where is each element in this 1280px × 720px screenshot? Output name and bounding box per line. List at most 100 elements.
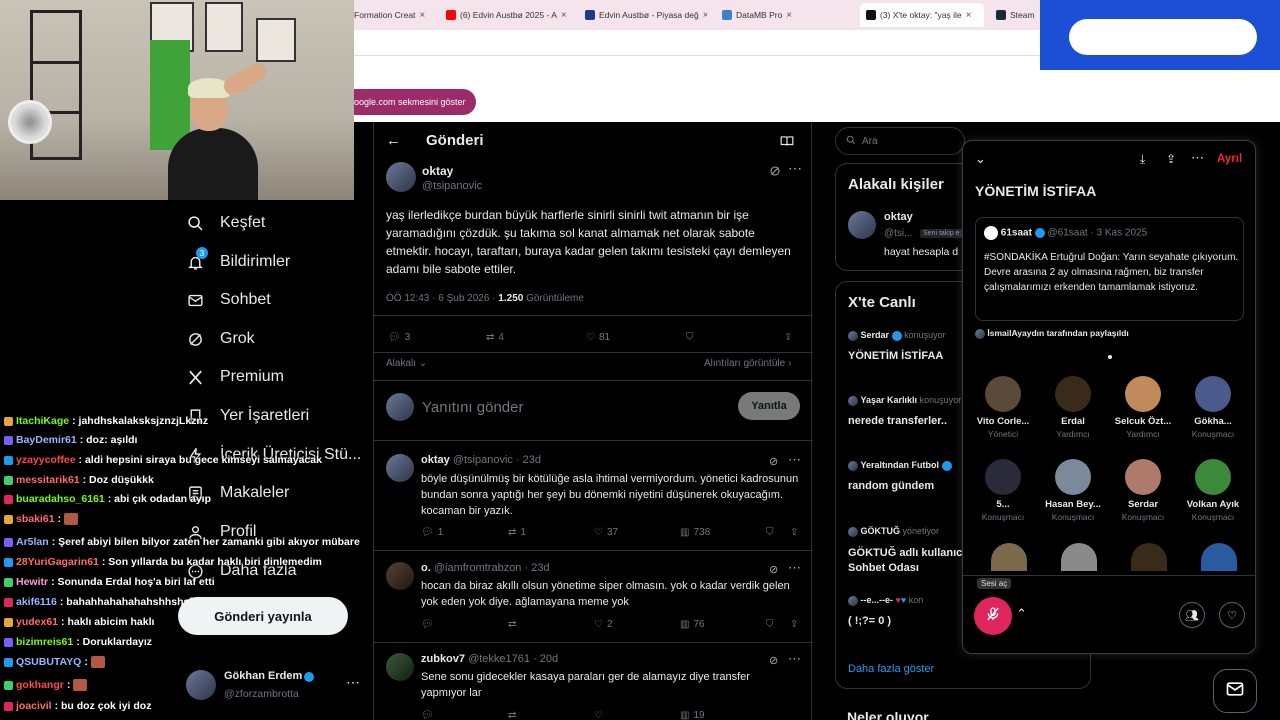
chevron-down-icon[interactable]: ⌄ [975, 151, 986, 167]
repost-action[interactable]: ⇄ 4 [486, 332, 504, 343]
chat-username[interactable]: buaradahso_6161 [16, 493, 105, 505]
like-action[interactable]: ♡ 81 [586, 332, 610, 343]
repost-action[interactable]: ⇄ [508, 619, 516, 630]
avatar[interactable] [386, 562, 414, 590]
like-action[interactable]: ♡ 2 [594, 619, 613, 630]
repost-action[interactable]: ⇄ [508, 710, 516, 720]
like-action[interactable]: ♡ [594, 710, 603, 720]
space-speaker[interactable]: Vito Corle... Yönetici [968, 376, 1038, 439]
grok-icon[interactable]: ⊘ [769, 654, 778, 667]
minimize-icon[interactable]: ⤓ [1140, 152, 1145, 167]
sort-relevance-dropdown[interactable]: Alakalı ⌄ [386, 358, 427, 369]
nav-premium[interactable]: Premium [186, 362, 284, 392]
share-icon[interactable]: ⇪ [790, 619, 798, 630]
nav-chat[interactable]: Sohbet [186, 285, 271, 315]
chat-username[interactable]: joacivil [16, 700, 52, 712]
close-tab-icon[interactable]: × [561, 10, 567, 21]
space-speaker[interactable]: Erdal Yardımcı [1038, 376, 1108, 439]
avatar[interactable] [386, 162, 416, 192]
browser-tab[interactable]: Formation Creat × [354, 3, 432, 27]
more-dots-icon[interactable]: ⋯ [788, 160, 802, 177]
more-dots-icon[interactable]: ⋯ [1191, 150, 1204, 166]
reply-author[interactable]: oktay [421, 454, 450, 466]
views-action[interactable]: ▥ 76 [680, 619, 705, 630]
view-quotes-link[interactable]: Alıntıları görüntüle › [704, 358, 791, 369]
back-arrow-icon[interactable]: ← [386, 132, 401, 149]
tab-search-hint[interactable]: oogle.com sekmesini göster [354, 89, 476, 115]
browser-tab[interactable]: DataMB Pro × [722, 3, 842, 27]
browser-tab[interactable]: (3) X'te oktay: "yaş ile × [860, 3, 984, 27]
views-action[interactable]: ▥ 19 [680, 710, 705, 720]
share-action[interactable]: ⇪ [784, 332, 792, 343]
reader-icon[interactable] [780, 134, 794, 153]
nav-grok[interactable]: Grok [186, 324, 255, 354]
repost-action[interactable]: ⇄ 1 [508, 527, 526, 538]
close-tab-icon[interactable]: × [966, 10, 972, 21]
reply-input[interactable]: Yanıtını gönder [422, 399, 523, 416]
reply-author[interactable]: zubkov7 [421, 653, 465, 665]
bookmark-icon[interactable]: ⛉ [766, 619, 774, 630]
nav-notifications[interactable]: 3 Bildirimler [186, 247, 290, 277]
avatar[interactable] [848, 211, 876, 239]
chat-username[interactable]: messitarik61 [16, 474, 80, 486]
space-speaker[interactable]: Volkan Ayık Konuşmacı [1178, 459, 1248, 522]
account-switcher[interactable]: Gökhan Erdem @zforzambrotta ⋯ [186, 668, 362, 708]
chevron-up-icon[interactable]: ⌃ [1016, 606, 1027, 622]
avatar[interactable] [386, 653, 414, 681]
close-tab-icon[interactable]: × [419, 10, 425, 21]
reply-action[interactable]: 💬︎ [421, 619, 434, 630]
reply-author[interactable]: o. [421, 562, 431, 574]
chat-username[interactable]: Ar5lan [16, 536, 49, 548]
reply-button[interactable]: Yanıtla [738, 392, 800, 420]
chat-username[interactable]: Hewitr [16, 576, 48, 588]
grok-icon[interactable]: ⊘ [769, 455, 778, 468]
chat-username[interactable]: BayDemir61 [16, 434, 77, 446]
chat-username[interactable]: ItachiKage [16, 415, 69, 427]
share-icon[interactable]: ⇪ [790, 527, 798, 538]
post-author-name[interactable]: oktay [422, 164, 453, 178]
share-icon[interactable]: ⇪ [1166, 152, 1176, 166]
grok-icon[interactable]: ⊘ [769, 563, 778, 576]
chat-username[interactable]: yudex61 [16, 616, 58, 628]
more-dots-icon[interactable]: ⋯ [788, 560, 801, 576]
chat-username[interactable]: QSUBUTAYQ [16, 656, 81, 668]
heart-plus-icon[interactable]: ♡ [1219, 602, 1245, 628]
space-speaker[interactable]: Serdar Konuşmacı [1108, 459, 1178, 522]
space-speaker[interactable]: 5... Konuşmacı [968, 459, 1038, 522]
like-action[interactable]: ♡ 37 [594, 527, 618, 538]
pinned-post-card[interactable]: 61saat @61saat · 3 Kas 2025 #SONDAKİKA E… [975, 217, 1244, 321]
avatar[interactable] [386, 454, 414, 482]
grok-icon[interactable] [769, 164, 781, 182]
show-more-link[interactable]: Daha fazla göster [848, 663, 934, 675]
space-speaker[interactable]: Gökha... Konuşmacı [1178, 376, 1248, 439]
chat-username[interactable]: 28YuriGagarin61 [16, 556, 99, 568]
reply-action[interactable]: 💬︎ 3 [388, 332, 410, 343]
space-speaker[interactable]: Selcuk Özt... Yardımcı [1108, 376, 1178, 439]
search-input[interactable]: Ara [835, 127, 965, 155]
reply-action[interactable]: 💬︎ [421, 710, 434, 720]
related-name[interactable]: oktay [884, 211, 913, 223]
chat-username[interactable]: gokhangr [16, 679, 64, 691]
chat-username[interactable]: yzayycoffee [16, 454, 76, 466]
bookmark-icon[interactable]: ⛉ [766, 527, 774, 538]
close-tab-icon[interactable]: × [703, 10, 707, 21]
chat-username[interactable]: sbaki61 [16, 513, 55, 525]
reply-action[interactable]: 💬︎ 1 [421, 527, 443, 538]
leave-button[interactable]: Ayrıl [1217, 153, 1242, 165]
chat-username[interactable]: akif6116 [16, 596, 57, 608]
browser-tab[interactable]: (6) Edvin Austbø 2025 - A × [446, 3, 574, 27]
chat-username[interactable]: bizimreis61 [16, 636, 73, 648]
space-speaker[interactable]: Hasan Bey... Konuşmacı [1038, 459, 1108, 522]
messages-button[interactable] [1213, 669, 1257, 713]
people-icon[interactable]: 👥︎ [1179, 602, 1205, 628]
bookmark-action[interactable]: ⛉ [686, 332, 694, 343]
views-action[interactable]: ▥ 738 [680, 527, 710, 538]
post-author-handle[interactable]: @tsipanovic [422, 180, 482, 192]
more-dots-icon[interactable]: ⋯ [788, 452, 801, 468]
nav-explore[interactable]: Keşfet [186, 208, 265, 238]
more-dots-icon[interactable]: ⋯ [788, 651, 801, 667]
browser-tab[interactable]: Edvin Austbø - Piyasa değ × [585, 3, 707, 27]
mic-toggle-button[interactable] [974, 597, 1012, 635]
close-tab-icon[interactable]: × [786, 10, 792, 21]
post-button[interactable]: Gönderi yayınla [178, 597, 348, 635]
